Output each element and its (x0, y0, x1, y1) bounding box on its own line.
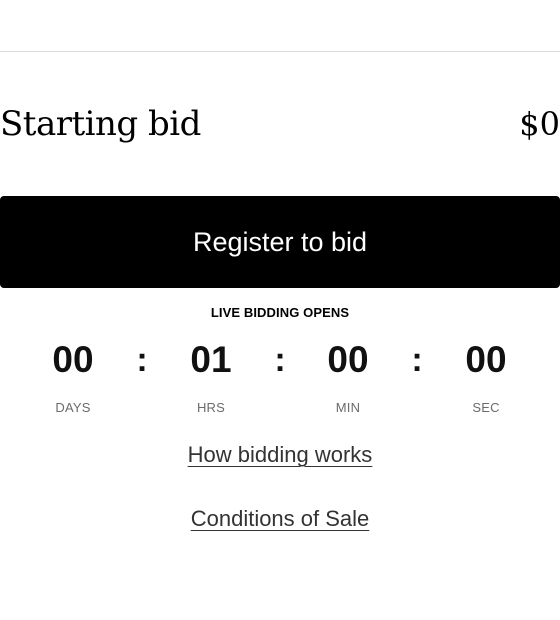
starting-bid-label: Starting bid (0, 104, 201, 144)
countdown-seconds: 00 SEC (426, 338, 546, 415)
how-bidding-works-link[interactable]: How bidding works (188, 442, 373, 467)
countdown-hours-label: HRS (196, 400, 226, 415)
countdown-seconds-value: 00 (465, 339, 507, 380)
conditions-of-sale-container: Conditions of Sale (0, 506, 560, 532)
register-to-bid-button[interactable]: Register to bid (0, 196, 560, 288)
countdown-separator: : (411, 341, 423, 379)
countdown-seconds-label: SEC (472, 400, 500, 415)
live-bidding-opens-label: LIVE BIDDING OPENS (210, 305, 350, 320)
how-bidding-works-container: How bidding works (0, 442, 560, 468)
countdown-days-value: 00 (52, 339, 94, 380)
top-divider (0, 51, 560, 52)
conditions-of-sale-link[interactable]: Conditions of Sale (191, 506, 370, 531)
countdown-minutes: 00 MIN (288, 338, 408, 415)
countdown-hours: 01 HRS (151, 338, 271, 415)
countdown-hours-value: 01 (190, 339, 232, 380)
countdown-minutes-label: MIN (335, 400, 361, 415)
countdown-minutes-value: 00 (327, 339, 369, 380)
countdown-days: 00 DAYS (13, 338, 133, 415)
countdown-separator: : (136, 341, 148, 379)
starting-bid-value: $0 (519, 105, 560, 143)
starting-bid-row: Starting bid $0 (0, 100, 560, 148)
countdown-separator: : (274, 341, 286, 379)
countdown-days-label: DAYS (55, 400, 91, 415)
countdown-timer: 00 DAYS : 01 HRS : 00 MIN : 00 SEC (0, 338, 560, 428)
